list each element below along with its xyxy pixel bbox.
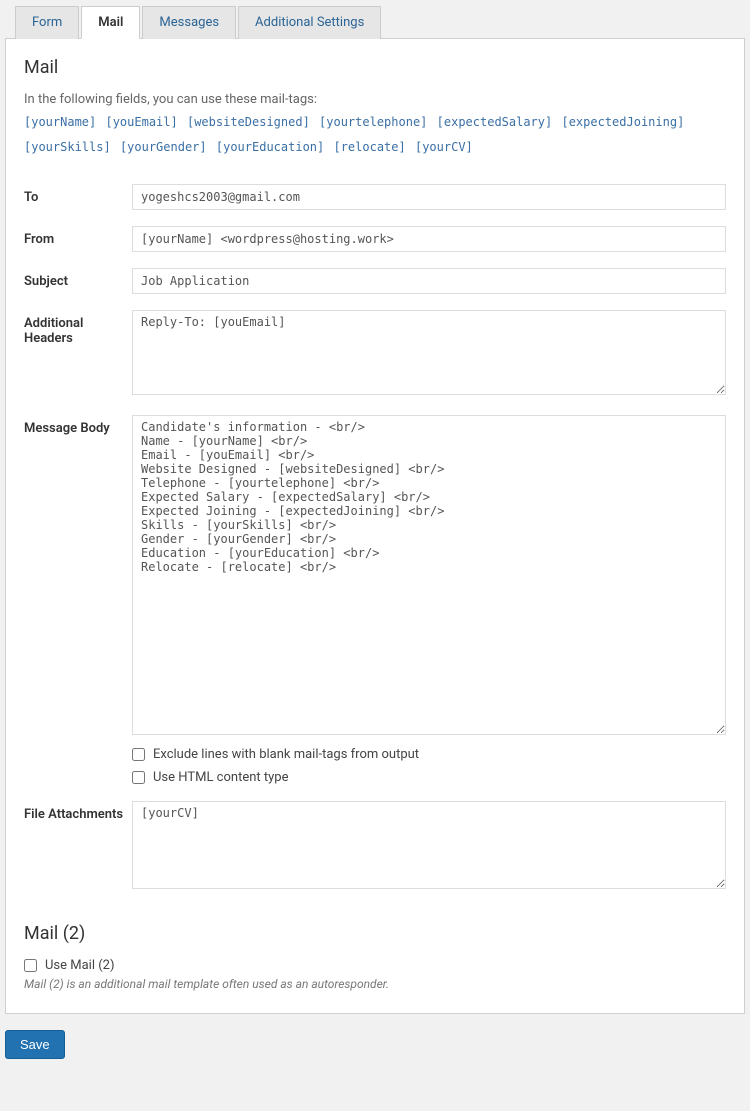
mailtag[interactable]: [yourEducation]	[216, 136, 324, 159]
label-use-mail2: Use Mail (2)	[45, 958, 115, 973]
tabs: Form Mail Messages Additional Settings	[5, 5, 745, 39]
tab-form[interactable]: Form	[15, 6, 79, 39]
mailtag[interactable]: [relocate]	[333, 136, 405, 159]
mail-panel: Form Mail Messages Additional Settings M…	[5, 5, 745, 1014]
mailtag[interactable]: [expectedSalary]	[437, 111, 553, 134]
label-subject: Subject	[24, 268, 132, 289]
mailtag[interactable]: [yourSkills]	[24, 136, 111, 159]
label-from: From	[24, 226, 132, 247]
tab-mail[interactable]: Mail	[81, 6, 140, 39]
label-use-html: Use HTML content type	[153, 770, 288, 785]
mail2-section: Mail (2) Use Mail (2) Mail (2) is an add…	[24, 923, 726, 991]
input-to[interactable]	[132, 184, 726, 210]
mail2-description: Mail (2) is an additional mail template …	[24, 977, 726, 991]
label-message-body: Message Body	[24, 415, 132, 436]
checkbox-use-mail2[interactable]	[24, 959, 37, 972]
row-file-attachments: File Attachments	[24, 801, 726, 893]
section-title: Mail	[24, 57, 726, 78]
label-exclude-blank: Exclude lines with blank mail-tags from …	[153, 747, 419, 762]
mailtag[interactable]: [websiteDesigned]	[187, 111, 310, 134]
mailtag[interactable]: [youEmail]	[105, 111, 177, 134]
tab-messages[interactable]: Messages	[142, 6, 236, 39]
checkbox-exclude-blank[interactable]	[132, 748, 145, 761]
mailtags-list: [yourName] [youEmail] [websiteDesigned] …	[24, 111, 726, 160]
mail2-title: Mail (2)	[24, 923, 726, 944]
label-file-attachments: File Attachments	[24, 801, 132, 822]
textarea-additional-headers[interactable]	[132, 310, 726, 395]
input-from[interactable]	[132, 226, 726, 252]
row-subject: Subject	[24, 268, 726, 294]
mailtag[interactable]: [yourGender]	[120, 136, 207, 159]
label-additional-headers: Additional Headers	[24, 310, 132, 346]
mailtag[interactable]: [expectedJoining]	[561, 111, 684, 134]
save-button[interactable]: Save	[5, 1030, 65, 1059]
checkbox-use-html[interactable]	[132, 771, 145, 784]
textarea-file-attachments[interactable]	[132, 801, 726, 889]
row-from: From	[24, 226, 726, 252]
mailtag[interactable]: [yourCV]	[415, 136, 473, 159]
row-to: To	[24, 184, 726, 210]
row-message-body: Message Body Exclude lines with blank ma…	[24, 415, 726, 785]
tab-additional-settings[interactable]: Additional Settings	[238, 6, 381, 39]
row-additional-headers: Additional Headers	[24, 310, 726, 399]
textarea-message-body[interactable]	[132, 415, 726, 735]
mailtag[interactable]: [yourName]	[24, 111, 96, 134]
label-to: To	[24, 184, 132, 205]
mailtags-hint: In the following fields, you can use the…	[24, 92, 726, 107]
tab-content: Mail In the following fields, you can us…	[6, 39, 744, 1013]
mailtag[interactable]: [yourtelephone]	[319, 111, 427, 134]
input-subject[interactable]	[132, 268, 726, 294]
